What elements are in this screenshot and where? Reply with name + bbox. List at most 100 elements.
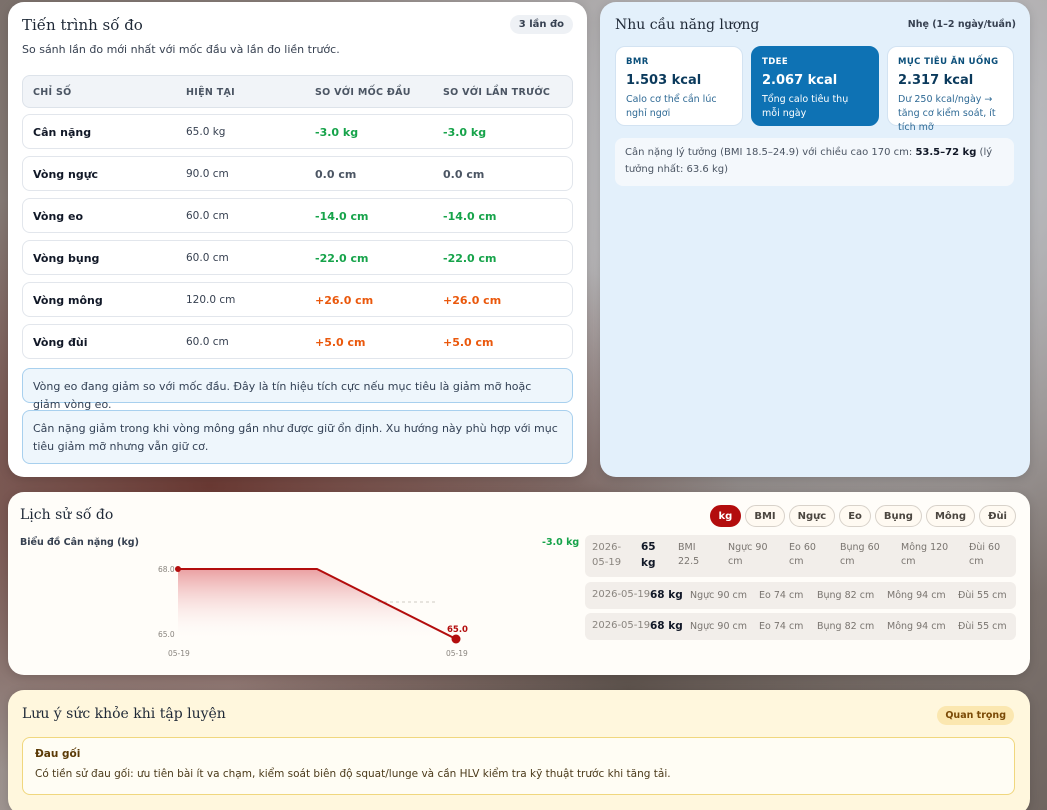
tdee-box[interactable]: TDEE 2.067 kcal Tổng calo tiêu thụ mỗi n…	[751, 46, 879, 126]
chip-belly[interactable]: Bụng	[874, 505, 922, 527]
target-desc: Dư 250 kcal/ngày → tăng cơ kiểm soát, ít…	[898, 94, 996, 133]
history-card: Lịch sử số đo kg BMI Ngực Eo Bụng Mông Đ…	[8, 492, 1030, 675]
tdee-value: 2.067 kcal	[762, 73, 838, 88]
chart-point	[451, 634, 461, 644]
entry-belly: Bụng 82 cm	[817, 590, 875, 601]
entry-belly: Bụng 60 cm	[840, 542, 880, 568]
progress-subtitle: So sánh lần đo mới nhất với mốc đầu và l…	[22, 43, 340, 56]
chip-waist[interactable]: Eo	[839, 505, 871, 527]
metric-current: 90.0 cm	[186, 168, 229, 180]
insight-note-waist: Vòng eo đang giảm so với mốc đầu. Đây là…	[22, 368, 573, 411]
entry-thigh: Đùi 60 cm	[969, 542, 1001, 568]
entry-thigh: Đùi 55 cm	[958, 621, 1007, 632]
table-row: Vòng mông 120.0 cm +26.0 cm +26.0 cm	[22, 282, 573, 317]
metric-vs-prev: +26.0 cm	[443, 294, 502, 307]
metric-vs-start: -22.0 cm	[315, 252, 369, 265]
measurement-count-badge: 3 lần đo	[509, 15, 573, 34]
metric-chip-group: kg BMI Ngực Eo Bụng Mông Đùi	[709, 505, 1016, 527]
header-vs-start: SO VỚI MỐC ĐẦU	[315, 87, 411, 98]
chart-xtick-label: 05-19	[168, 649, 190, 658]
chart-label: Biểu đồ Cân nặng (kg)	[20, 537, 139, 548]
importance-badge: Quan trọng	[937, 706, 1014, 725]
entry-hip: Mông 94 cm	[887, 621, 946, 632]
chart-data-label: 65.0	[447, 625, 468, 635]
entry-date: 2026-05-19	[592, 589, 651, 600]
chart-ytick-label: 65.0	[158, 630, 175, 639]
header-vs-prev: SO VỚI LẦN TRƯỚC	[443, 87, 551, 98]
entry-weight: 65 kg	[641, 541, 656, 569]
metric-name: Vòng bụng	[33, 252, 100, 265]
energy-card: Nhu cầu năng lượng Nhẹ (1–2 ngày/tuần) B…	[600, 2, 1030, 477]
header-metric: CHỈ SỐ	[33, 87, 72, 98]
bmr-value: 1.503 kcal	[626, 73, 702, 88]
tdee-label: TDEE	[762, 57, 789, 67]
table-row: Vòng bụng 60.0 cm -22.0 cm -22.0 cm	[22, 240, 573, 275]
target-label: MỤC TIÊU ĂN UỐNG	[898, 57, 999, 67]
entry-hip: Mông 120 cm	[901, 542, 949, 568]
table-row: Vòng đùi 60.0 cm +5.0 cm +5.0 cm	[22, 324, 573, 359]
table-row: Cân nặng 65.0 kg -3.0 kg -3.0 kg	[22, 114, 573, 149]
target-intake-box[interactable]: MỤC TIÊU ĂN UỐNG 2.317 kcal Dư 250 kcal/…	[887, 46, 1014, 133]
metric-current: 60.0 cm	[186, 336, 229, 348]
history-title: Lịch sử số đo	[20, 507, 114, 523]
tdee-desc: Tổng calo tiêu thụ mỗi ngày	[762, 94, 849, 119]
entry-thigh: Đùi 55 cm	[958, 590, 1007, 601]
entry-hip: Mông 94 cm	[887, 590, 946, 601]
metric-vs-prev: +5.0 cm	[443, 336, 494, 349]
history-entry[interactable]: 2026-05-19 68 kg Ngực 90 cm Eo 74 cm Bụn…	[585, 582, 1016, 609]
entry-weight: 68 kg	[650, 589, 683, 601]
table-row: Vòng ngực 90.0 cm 0.0 cm 0.0 cm	[22, 156, 573, 191]
target-value: 2.317 kcal	[898, 73, 974, 88]
metric-vs-prev: 0.0 cm	[443, 168, 485, 181]
chip-bmi[interactable]: BMI	[745, 505, 785, 527]
progress-card: Tiến trình số đo 3 lần đo So sánh lần đo…	[8, 2, 587, 477]
chip-thigh[interactable]: Đùi	[979, 505, 1016, 527]
metric-name: Cân nặng	[33, 126, 92, 139]
entry-chest: Ngực 90 cm	[728, 542, 768, 568]
ideal-weight-info: Cân nặng lý tưởng (BMI 18.5–24.9) với ch…	[615, 138, 1014, 186]
table-row: Vòng eo 60.0 cm -14.0 cm -14.0 cm	[22, 198, 573, 233]
bmr-label: BMR	[626, 57, 649, 67]
chart-point	[175, 566, 181, 572]
bmr-desc: Calo cơ thể cần lúc nghỉ ngơi	[626, 94, 717, 119]
history-entry[interactable]: 2026-05-19 68 kg Ngực 90 cm Eo 74 cm Bụn…	[585, 613, 1016, 640]
metric-vs-start: 0.0 cm	[315, 168, 357, 181]
ideal-range: 53.5–72 kg	[915, 147, 977, 158]
metric-vs-start: -14.0 cm	[315, 210, 369, 223]
health-title: Lưu ý sức khỏe khi tập luyện	[22, 706, 226, 722]
metric-vs-prev: -3.0 kg	[443, 126, 487, 139]
progress-table-header: CHỈ SỐ HIỆN TẠI SO VỚI MỐC ĐẦU SO VỚI LẦ…	[22, 75, 573, 108]
entry-belly: Bụng 82 cm	[817, 621, 875, 632]
warning-desc: Có tiền sử đau gối: ưu tiên bài ít va ch…	[35, 768, 671, 780]
entry-weight: 68 kg	[650, 620, 683, 632]
chip-hip[interactable]: Mông	[925, 505, 976, 527]
health-card: Lưu ý sức khỏe khi tập luyện Quan trọng …	[8, 690, 1030, 810]
progress-title: Tiến trình số đo	[22, 16, 143, 34]
metric-current: 120.0 cm	[186, 294, 236, 306]
history-entry[interactable]: 2026-05-19 65 kg BMI 22.5 Ngực 90 cm Eo …	[585, 535, 1016, 577]
chart-area	[178, 569, 456, 639]
metric-current: 60.0 cm	[186, 252, 229, 264]
metric-name: Vòng ngực	[33, 168, 99, 181]
metric-name: Vòng đùi	[33, 336, 88, 349]
metric-vs-start: +26.0 cm	[315, 294, 374, 307]
entry-date: 2026-05-19	[592, 542, 622, 568]
metric-vs-prev: -14.0 cm	[443, 210, 497, 223]
header-current: HIỆN TẠI	[186, 87, 235, 98]
health-warning: Đau gối Có tiền sử đau gối: ưu tiên bài …	[22, 737, 1015, 795]
metric-name: Vòng mông	[33, 294, 103, 307]
entry-waist: Eo 60 cm	[789, 542, 816, 568]
entry-chest: Ngực 90 cm	[690, 590, 747, 601]
chip-chest[interactable]: Ngực	[788, 505, 836, 527]
metric-vs-prev: -22.0 cm	[443, 252, 497, 265]
entry-bmi: BMI 22.5	[678, 542, 700, 568]
warning-title: Đau gối	[35, 748, 81, 760]
bmr-box[interactable]: BMR 1.503 kcal Calo cơ thể cần lúc nghỉ …	[615, 46, 743, 126]
chip-kg[interactable]: kg	[709, 505, 742, 527]
ideal-prefix: Cân nặng lý tưởng (BMI 18.5–24.9) với ch…	[625, 147, 916, 158]
metric-vs-start: -3.0 kg	[315, 126, 359, 139]
entry-chest: Ngực 90 cm	[690, 621, 747, 632]
entry-waist: Eo 74 cm	[759, 621, 804, 632]
insight-note-weight: Cân nặng giảm trong khi vòng mông gần nh…	[22, 410, 573, 464]
weight-chart: 68.0 65.0 05-19 05-19 65.0	[158, 565, 468, 658]
